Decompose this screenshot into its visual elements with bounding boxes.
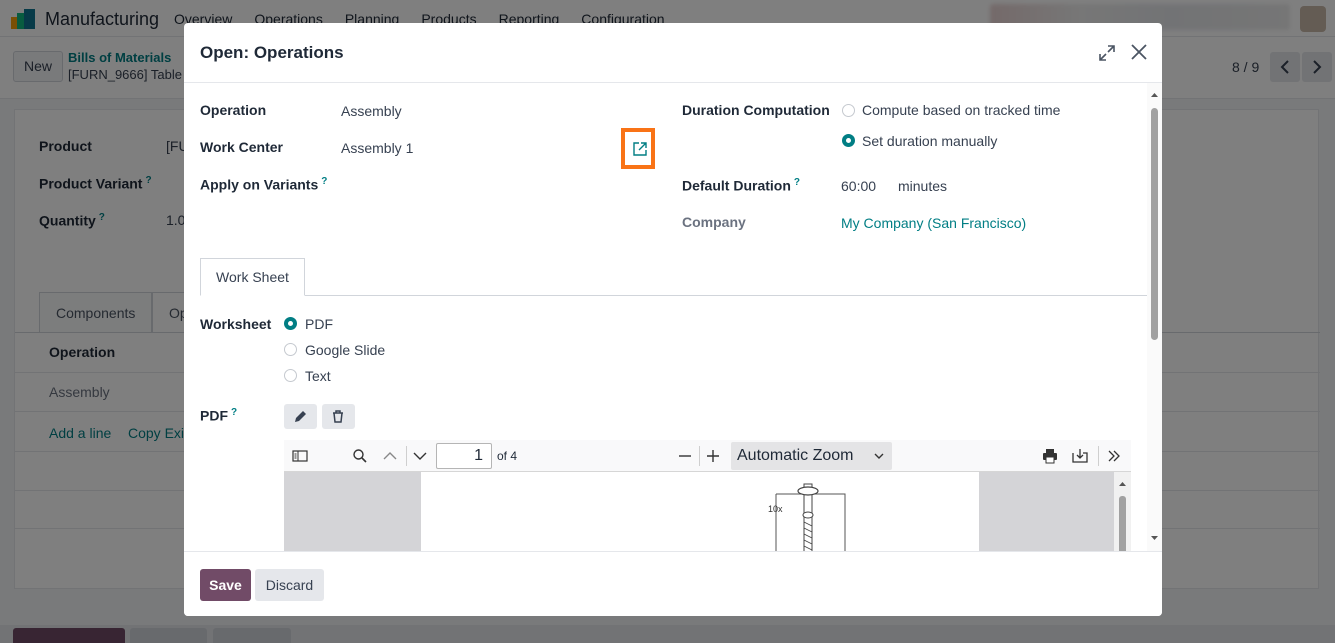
dialog-body: Operation Assembly Work Center Assembly … bbox=[184, 83, 1162, 551]
company-label: Company bbox=[682, 214, 746, 230]
duration-computation-label: Duration Computation bbox=[682, 102, 830, 118]
pdf-page-number-input[interactable]: 1 bbox=[436, 443, 492, 469]
chevron-down-icon[interactable] bbox=[412, 448, 428, 464]
toolbar-separator bbox=[406, 446, 407, 466]
duration-unit: minutes bbox=[898, 178, 948, 194]
pdf-label: PDF? bbox=[200, 407, 238, 424]
operations-dialog: Open: Operations Operation Assembly Work… bbox=[184, 23, 1162, 616]
discard-button[interactable]: Discard bbox=[255, 569, 324, 601]
radio-worksheet-pdf[interactable] bbox=[284, 317, 297, 330]
radio-label-google-slide[interactable]: Google Slide bbox=[305, 342, 385, 358]
dialog-header: Open: Operations bbox=[184, 23, 1162, 83]
radio-worksheet-google-slide[interactable] bbox=[284, 343, 297, 356]
zoom-select[interactable]: Automatic Zoom bbox=[731, 442, 892, 470]
pdf-scrollbar[interactable] bbox=[1114, 472, 1131, 551]
sidebar-toggle-icon[interactable] bbox=[292, 448, 308, 464]
tab-work-sheet[interactable]: Work Sheet bbox=[200, 258, 305, 296]
radio-label-pdf[interactable]: PDF bbox=[305, 316, 333, 332]
apply-on-variants-label: Apply on Variants? bbox=[200, 176, 328, 193]
operation-label: Operation bbox=[200, 102, 267, 118]
dialog-scrollbar-thumb[interactable] bbox=[1151, 108, 1158, 340]
worksheet-label: Worksheet bbox=[200, 316, 272, 332]
toolbar-separator bbox=[1098, 446, 1099, 466]
internal-link-highlight[interactable] bbox=[621, 128, 655, 169]
drawing-quantity-label: 10x bbox=[768, 504, 783, 514]
dialog-title: Open: Operations bbox=[200, 43, 344, 62]
radio-label-set-manually[interactable]: Set duration manually bbox=[862, 133, 997, 149]
double-chevron-right-icon[interactable] bbox=[1106, 448, 1122, 464]
chevron-up-icon[interactable] bbox=[382, 448, 398, 464]
work-center-label: Work Center bbox=[200, 139, 283, 155]
pdf-scrollbar-thumb[interactable] bbox=[1119, 496, 1126, 551]
scroll-down-icon[interactable] bbox=[1147, 532, 1162, 544]
chevron-down-icon bbox=[874, 453, 884, 459]
delete-pdf-button[interactable] bbox=[322, 404, 355, 429]
radio-label-text[interactable]: Text bbox=[305, 368, 331, 384]
zoom-select-value: Automatic Zoom bbox=[737, 447, 854, 464]
default-duration-label: Default Duration? bbox=[682, 177, 800, 194]
zoom-in-icon[interactable] bbox=[705, 448, 721, 464]
radio-worksheet-text[interactable] bbox=[284, 369, 297, 382]
trash-icon bbox=[333, 410, 343, 423]
pdf-viewer-canvas[interactable]: 10x bbox=[284, 472, 1131, 551]
radio-compute-tracked[interactable] bbox=[842, 104, 855, 117]
radio-label-compute-tracked[interactable]: Compute based on tracked time bbox=[862, 102, 1060, 118]
tab-divider bbox=[200, 295, 1147, 296]
dialog-scrollbar[interactable] bbox=[1147, 83, 1162, 551]
scroll-up-icon[interactable] bbox=[1147, 89, 1162, 101]
pdf-viewer-toolbar: 1 of 4 Automatic Zoom bbox=[284, 440, 1131, 472]
expand-icon[interactable] bbox=[1098, 44, 1116, 62]
pencil-icon bbox=[295, 411, 306, 422]
default-duration-input[interactable]: 60:00 bbox=[841, 178, 876, 194]
operation-input[interactable]: Assembly bbox=[341, 103, 402, 119]
zoom-out-icon[interactable] bbox=[677, 448, 693, 464]
save-button[interactable]: Save bbox=[200, 569, 251, 601]
edit-pdf-button[interactable] bbox=[284, 404, 317, 429]
close-icon[interactable] bbox=[1129, 42, 1149, 62]
scroll-up-icon[interactable] bbox=[1114, 478, 1131, 490]
external-link-icon[interactable] bbox=[633, 142, 647, 156]
pdf-page: 10x bbox=[421, 472, 979, 551]
pdf-page-count: of 4 bbox=[497, 449, 518, 463]
company-link[interactable]: My Company (San Francisco) bbox=[841, 215, 1026, 231]
work-center-input[interactable]: Assembly 1 bbox=[341, 140, 413, 156]
dialog-footer: Save Discard bbox=[184, 551, 1162, 616]
toolbar-separator bbox=[699, 446, 700, 466]
radio-set-manually[interactable] bbox=[842, 134, 855, 147]
print-icon[interactable] bbox=[1042, 448, 1058, 464]
search-icon[interactable] bbox=[352, 448, 368, 464]
assembly-drawing bbox=[775, 483, 846, 551]
download-icon[interactable] bbox=[1072, 448, 1088, 464]
